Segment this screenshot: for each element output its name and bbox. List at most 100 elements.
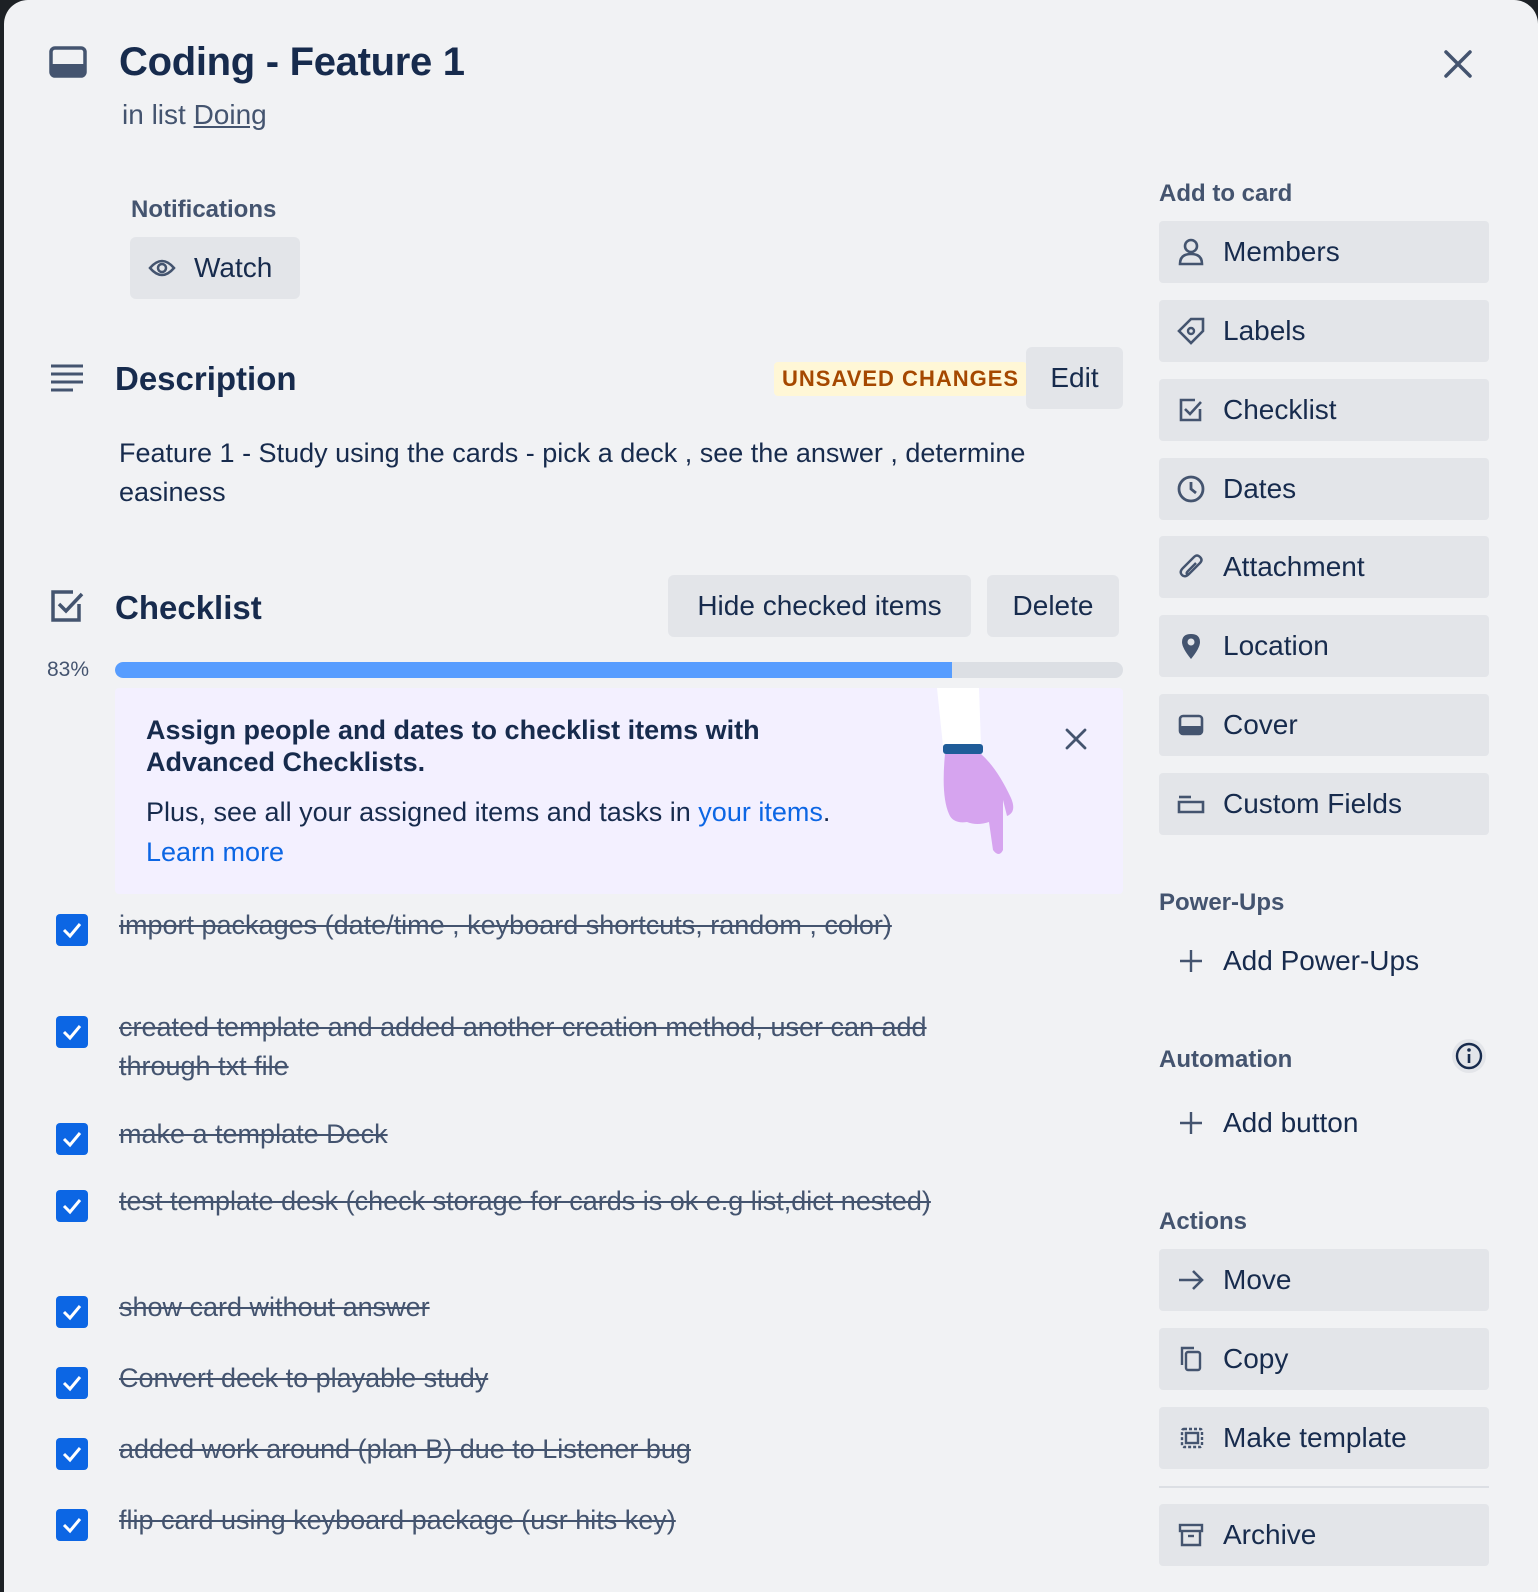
your-items-link[interactable]: your items	[698, 797, 823, 827]
clock-icon	[1176, 474, 1206, 504]
checklist-item-checkbox[interactable]	[56, 914, 88, 946]
pointing-hand-illustration	[927, 688, 1027, 858]
checklist-item-checkbox[interactable]	[56, 1509, 88, 1541]
progress-percent: 83%	[47, 658, 90, 681]
checkmark-icon	[62, 1132, 82, 1148]
checklist-item-text[interactable]: Convert deck to playable study	[119, 1359, 979, 1398]
checklist-item-text[interactable]: show card without answer	[119, 1288, 979, 1327]
paperclip-icon	[1176, 552, 1206, 582]
actions-divider	[1159, 1486, 1489, 1488]
power-ups-heading: Power-Ups	[1159, 889, 1285, 916]
dates-label: Dates	[1223, 473, 1297, 504]
checklist-item-checkbox[interactable]	[56, 1296, 88, 1328]
location-button[interactable]: Location	[1159, 615, 1489, 677]
plus-icon	[1176, 946, 1206, 976]
card-detail-modal: Coding - Feature 1 in list Doing Notific…	[4, 0, 1538, 1592]
actions-heading: Actions	[1159, 1208, 1248, 1235]
add-automation-button[interactable]: Add button	[1159, 1093, 1489, 1153]
list-link[interactable]: Doing	[194, 99, 267, 130]
members-label: Members	[1223, 236, 1340, 267]
add-button-label: Add button	[1223, 1107, 1359, 1138]
checklist-item-text[interactable]: created template and added another creat…	[119, 1008, 979, 1086]
in-list-prefix: in list	[122, 99, 186, 130]
archive-label: Archive	[1223, 1519, 1317, 1550]
checkmark-icon	[62, 1199, 82, 1215]
checklist-button[interactable]: Checklist	[1159, 379, 1489, 441]
arrow-right-icon	[1176, 1265, 1206, 1295]
automation-heading: Automation	[1159, 1046, 1293, 1073]
learn-more-link[interactable]: Learn more	[146, 837, 284, 867]
checklist-item-checkbox[interactable]	[56, 1123, 88, 1155]
checkmark-icon	[62, 923, 82, 939]
members-button[interactable]: Members	[1159, 221, 1489, 283]
attachment-button[interactable]: Attachment	[1159, 536, 1489, 598]
unsaved-changes-badge: UNSAVED CHANGES	[774, 362, 1028, 396]
checklist-item-text[interactable]: make a template Deck	[119, 1115, 979, 1154]
checklist-item-checkbox[interactable]	[56, 1190, 88, 1222]
checklist-item-text[interactable]: import packages (date/time , keyboard sh…	[119, 906, 979, 945]
location-label: Location	[1223, 630, 1329, 661]
eye-icon	[148, 258, 176, 278]
notifications-heading: Notifications	[131, 196, 277, 223]
copy-label: Copy	[1223, 1343, 1289, 1374]
attachment-label: Attachment	[1223, 551, 1365, 582]
checklist-icon	[49, 588, 85, 624]
close-icon[interactable]	[1436, 42, 1480, 86]
checkmark-icon	[62, 1025, 82, 1041]
add-to-card-heading: Add to card	[1159, 180, 1293, 207]
promo-title: Assign people and dates to checklist ite…	[146, 715, 760, 777]
template-icon	[1176, 1423, 1206, 1453]
archive-icon	[1176, 1520, 1206, 1550]
checklist-label: Checklist	[1223, 394, 1337, 425]
checklist-item-checkbox[interactable]	[56, 1438, 88, 1470]
checkmark-icon	[62, 1376, 82, 1392]
add-power-ups-button[interactable]: Add Power-Ups	[1159, 931, 1489, 991]
move-button[interactable]: Move	[1159, 1249, 1489, 1311]
watch-label: Watch	[194, 252, 273, 283]
labels-label: Labels	[1223, 315, 1306, 346]
hide-checked-items-button[interactable]: Hide checked items	[668, 575, 971, 637]
watch-button[interactable]: Watch	[130, 237, 300, 299]
checklist-heading: Checklist	[115, 589, 262, 626]
checklist-item-text[interactable]: flip card using keyboard package (usr hi…	[119, 1501, 979, 1540]
custom-fields-button[interactable]: Custom Fields	[1159, 773, 1489, 835]
person-icon	[1176, 237, 1206, 267]
plus-icon	[1176, 1108, 1206, 1138]
checkmark-icon	[62, 1305, 82, 1321]
dates-button[interactable]: Dates	[1159, 458, 1489, 520]
checklist-item-text[interactable]: test template desk (check storage for ca…	[119, 1182, 979, 1221]
promo-body: Plus, see all your assigned items and ta…	[146, 792, 906, 872]
checklist-item-checkbox[interactable]	[56, 1016, 88, 1048]
make-template-button[interactable]: Make template	[1159, 1407, 1489, 1469]
checklist-icon	[1176, 395, 1206, 425]
archive-button[interactable]: Archive	[1159, 1504, 1489, 1566]
checklist-item-text[interactable]: added work around (plan B) due to Listen…	[119, 1430, 979, 1469]
description-heading: Description	[115, 360, 297, 397]
card-list-info: in list Doing	[122, 99, 267, 131]
copy-button[interactable]: Copy	[1159, 1328, 1489, 1390]
add-power-ups-label: Add Power-Ups	[1223, 945, 1420, 976]
description-text[interactable]: Feature 1 - Study using the cards - pick…	[119, 434, 1109, 512]
progress-bar	[115, 662, 1123, 678]
description-icon	[49, 362, 85, 394]
info-icon[interactable]	[1451, 1038, 1487, 1074]
checkmark-icon	[62, 1447, 82, 1463]
custom-fields-label: Custom Fields	[1223, 788, 1402, 819]
checkmark-icon	[62, 1518, 82, 1534]
card-title[interactable]: Coding - Feature 1	[119, 40, 465, 85]
cover-icon	[1176, 710, 1206, 740]
edit-description-button[interactable]: Edit	[1026, 347, 1123, 409]
progress-fill	[115, 662, 952, 678]
advanced-checklists-promo: Assign people and dates to checklist ite…	[115, 688, 1123, 894]
close-icon[interactable]	[1061, 724, 1091, 754]
cover-button[interactable]: Cover	[1159, 694, 1489, 756]
checklist-item-checkbox[interactable]	[56, 1367, 88, 1399]
make-template-label: Make template	[1223, 1422, 1407, 1453]
map-pin-icon	[1176, 631, 1206, 661]
card-icon	[49, 46, 87, 78]
promo-body-text: Plus, see all your assigned items and ta…	[146, 797, 691, 827]
delete-checklist-button[interactable]: Delete	[987, 575, 1119, 637]
cover-label: Cover	[1223, 709, 1298, 740]
copy-icon	[1176, 1344, 1206, 1374]
labels-button[interactable]: Labels	[1159, 300, 1489, 362]
